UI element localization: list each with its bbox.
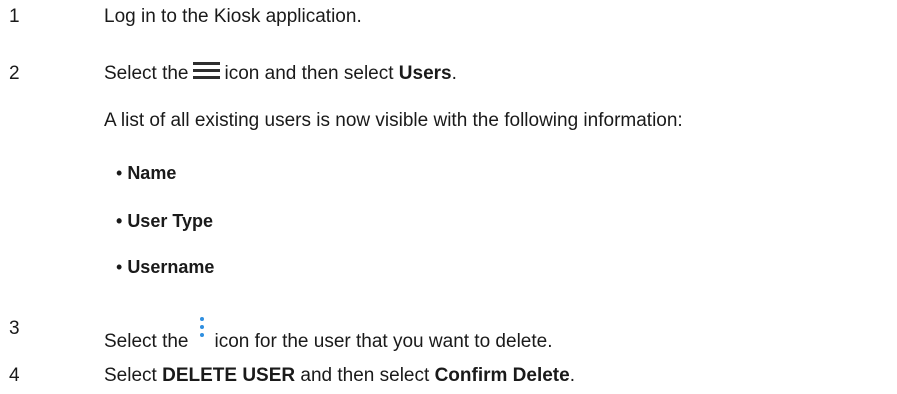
bullet-marker: • bbox=[116, 211, 123, 231]
step-3-number: 3 bbox=[9, 318, 20, 339]
bullet-label: Username bbox=[127, 257, 215, 277]
bullet-marker: • bbox=[116, 257, 123, 277]
hamburger-menu-icon bbox=[192, 62, 220, 80]
step-2-middle: icon and then select bbox=[224, 63, 394, 84]
step-4-delete-user-label: DELETE USER bbox=[162, 365, 296, 386]
step-4-text: Select DELETE USER and then select Confi… bbox=[104, 364, 575, 388]
step-2-suffix: . bbox=[451, 63, 457, 84]
step-2-prefix: Select the bbox=[104, 63, 189, 84]
step-4-suffix: . bbox=[569, 365, 575, 386]
step-2-number: 2 bbox=[9, 63, 20, 84]
bullet-marker: • bbox=[116, 163, 123, 183]
bullet-label: Name bbox=[127, 163, 177, 183]
step-2-text: Select the icon and then select Users. bbox=[104, 62, 457, 86]
bullet-label: User Type bbox=[127, 211, 214, 231]
step-2-note: A list of all existing users is now visi… bbox=[104, 110, 683, 131]
step-4-middle: and then select bbox=[300, 365, 430, 386]
step-3-prefix: Select the bbox=[104, 331, 189, 352]
kebab-menu-icon bbox=[199, 317, 205, 343]
bullet-item-name: • Name bbox=[116, 161, 176, 185]
step-2-users-label: Users bbox=[398, 63, 452, 84]
step-4-number: 4 bbox=[9, 365, 20, 386]
step-4-prefix: Select bbox=[104, 365, 157, 386]
step-1-number: 1 bbox=[9, 6, 20, 27]
bullet-item-username: • Username bbox=[116, 255, 214, 279]
step-3-suffix: icon for the user that you want to delet… bbox=[214, 331, 553, 352]
step-3-text: Select the icon for the user that you wan… bbox=[104, 317, 552, 354]
bullet-item-user-type: • User Type bbox=[116, 209, 213, 233]
step-1-text: Log in to the Kiosk application. bbox=[104, 6, 362, 27]
step-4-confirm-delete-label: Confirm Delete bbox=[434, 365, 570, 386]
